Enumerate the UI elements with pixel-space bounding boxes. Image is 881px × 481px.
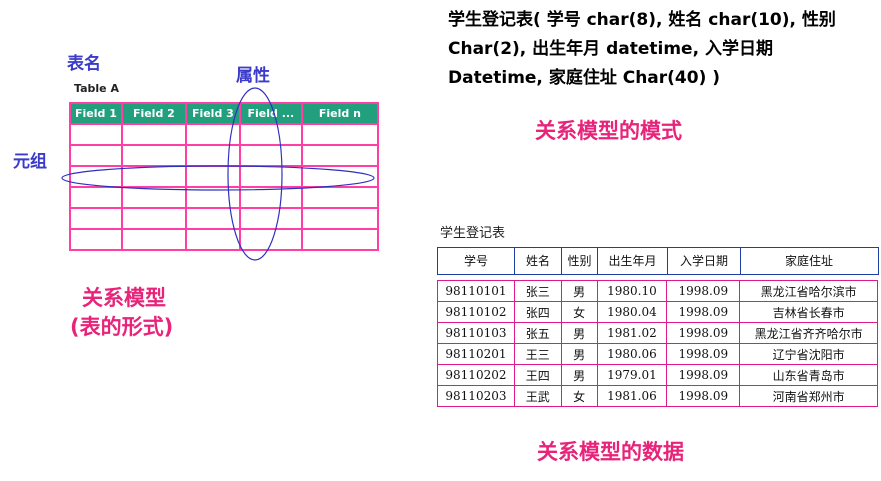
column-header: 出生年月 (598, 248, 668, 274)
tuple-ellipse (61, 165, 375, 191)
table-row: 98110203 王武女 1981.06 1998.09 河南省郑州市 (437, 385, 878, 407)
relation-model-form-title: 关系模型 (82, 286, 166, 310)
schema-definition-text: 学生登记表( 学号 char(8), 姓名 char(10), 性别 Char(… (448, 10, 836, 88)
data-table-caption: 学生登记表 (440, 226, 506, 241)
table-cell: 吉林省长春市 (739, 301, 878, 323)
table-cell: 98110101 (437, 280, 515, 302)
table-cell: 98110201 (437, 343, 515, 365)
table-cell: 1980.04 (596, 301, 668, 323)
table-cell: 98110203 (437, 385, 515, 407)
column-header: 家庭住址 (784, 254, 833, 268)
table-cell: 男 (560, 364, 598, 386)
table-cell: 王四 (513, 364, 562, 386)
column-header: 姓名 (515, 248, 562, 274)
table-cell: 1998.09 (666, 280, 741, 302)
table-cell: 1998.09 (666, 322, 741, 344)
table-cell: 女 (560, 385, 598, 407)
table-row: 98110201 王三男 1980.06 1998.09 辽宁省沈阳市 (437, 343, 878, 365)
table-cell: 1998.09 (666, 343, 741, 365)
table-cell: 辽宁省沈阳市 (739, 343, 878, 365)
table-cell: 王武 (513, 385, 562, 407)
table-cell: 王三 (513, 343, 562, 365)
table-cell: 1981.02 (596, 322, 668, 344)
student-data-table: 98110101 张三男 1980.10 1998.09 黑龙江省哈尔滨市 9811010… (437, 280, 878, 407)
attribute-ellipse (227, 87, 283, 261)
relation-model-form-subtitle: (表的形式) (70, 315, 174, 339)
column-header: 学号 (438, 248, 515, 274)
data-table-header: 学号 姓名 性别 出生年月 入学日期 家庭住址 (437, 247, 879, 275)
table-cell: 河南省郑州市 (739, 385, 878, 407)
table-cell: 男 (560, 343, 598, 365)
table-cell: 1980.06 (596, 343, 668, 365)
table-row: 98110202 王四男 1979.01 1998.09 山东省青岛市 (437, 364, 878, 386)
data-title: 关系模型的数据 (537, 440, 684, 464)
table-cell: 98110102 (437, 301, 515, 323)
table-cell: 1998.09 (666, 385, 741, 407)
table-cell: 山东省青岛市 (739, 364, 878, 386)
table-cell: 男 (560, 280, 598, 302)
table-cell: 98110202 (437, 364, 515, 386)
column-header: 入学日期 (668, 248, 741, 274)
table-row: 98110102 张四女 1980.04 1998.09 吉林省长春市 (437, 301, 878, 323)
table-cell: 黑龙江省齐齐哈尔市 (739, 322, 878, 344)
table-cell: 张四 (513, 301, 562, 323)
table-cell: 1998.09 (666, 301, 741, 323)
table-cell: 1981.06 (596, 385, 668, 407)
table-cell: 黑龙江省哈尔滨市 (739, 280, 878, 302)
schema-title: 关系模型的模式 (535, 119, 682, 143)
table-row: 98110103 张五男 1981.02 1998.09 黑龙江省齐齐哈尔市 (437, 322, 878, 344)
table-cell: 1980.10 (596, 280, 668, 302)
table-cell: 1979.01 (596, 364, 668, 386)
column-header: 性别 (562, 248, 598, 274)
table-cell: 男 (560, 322, 598, 344)
table-cell: 98110103 (437, 322, 515, 344)
table-cell: 女 (560, 301, 598, 323)
table-row: 98110101 张三男 1980.10 1998.09 黑龙江省哈尔滨市 (437, 280, 878, 302)
table-cell: 1998.09 (666, 364, 741, 386)
table-cell: 张五 (513, 322, 562, 344)
table-cell: 张三 (513, 280, 562, 302)
